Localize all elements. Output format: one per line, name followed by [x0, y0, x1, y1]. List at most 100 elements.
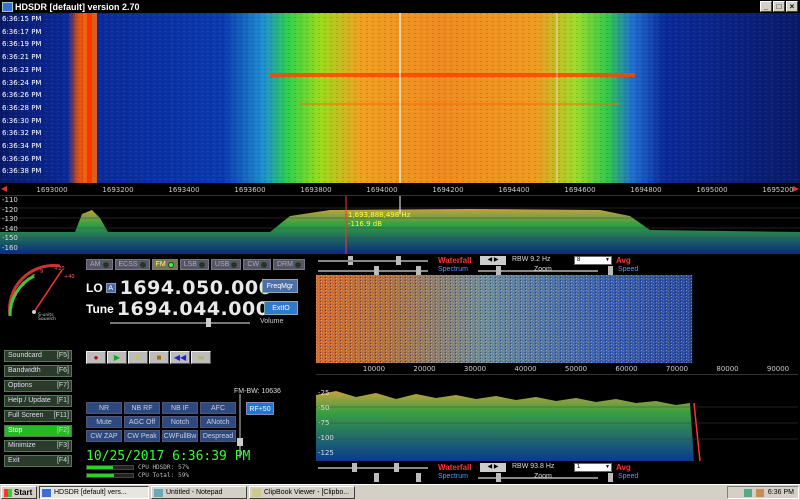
dsp-button-mute[interactable]: Mute [86, 416, 122, 428]
fkey-minimize[interactable]: Minimize [F3] [4, 440, 72, 452]
rf-frequency-scale[interactable]: ◀ ▶ 1693000 1693200 1693400 1693600 1693800 1… [0, 183, 800, 195]
play-icon[interactable]: ▶ [107, 351, 127, 364]
taskbar-item-notepad[interactable]: Untitled - Notepad [151, 486, 247, 499]
rbw-stepper-bottom[interactable]: ◀ ▶ [480, 463, 506, 472]
mode-button-ecss[interactable]: ECSS [114, 259, 150, 270]
tune-frequency-row: Tune 1694.044.000 [86, 298, 269, 320]
volume-slider[interactable]: Volume [110, 318, 283, 328]
network-tray-icon[interactable] [743, 488, 752, 497]
rewind-icon[interactable]: ◀◀ [170, 351, 190, 364]
window-title: HDSDR [default] version 2.70 [15, 1, 140, 12]
af-axis-tick-label: 60000 [615, 365, 638, 373]
af-waterfall-controls-row: Waterfall ◀ ▶ RBW 9.2 Hz 8 Avg [318, 256, 798, 266]
dsp-button-notch[interactable]: Notch [162, 416, 198, 428]
bottom-waterfall-slider-thumb-2[interactable] [394, 463, 399, 472]
fkey-exit[interactable]: Exit [F4] [4, 455, 72, 467]
waterfall-slider-2-thumb[interactable] [396, 256, 401, 265]
fkey-full-screen[interactable]: Full Screen [F11] [4, 410, 72, 422]
af-spectrum-plot[interactable] [316, 375, 798, 462]
mode-button-drm[interactable]: DRM [272, 259, 305, 270]
avg-select-top[interactable]: 8 [574, 256, 612, 265]
mode-label: AM [90, 261, 101, 268]
rf-waterfall[interactable]: 6:36:15 PM 6:36:17 PM 6:36:19 PM 6:36:21 PM… [0, 13, 800, 183]
bottom-spectrum-slider-thumb-1[interactable] [374, 473, 379, 482]
smeter-tick-plus20: +20 [54, 266, 65, 272]
af-waterfall-image[interactable] [316, 275, 798, 363]
scroll-right-icon[interactable]: ▶ [793, 184, 799, 193]
fkey-soundcard[interactable]: Soundcard [F5] [4, 350, 72, 362]
waterfall-timestamp: 6:36:36 PM [2, 154, 42, 163]
taskbar-item-hdsdr[interactable]: HDSDR [default] vers... [39, 486, 149, 499]
bottom-spectrum-slider-thumb-2[interactable] [416, 473, 421, 482]
fkey-help-update[interactable]: Help / Update [F1] [4, 395, 72, 407]
dsp-button-cwfullbw[interactable]: CWFullBw [162, 430, 198, 442]
dsp-button-cw-zap[interactable]: CW ZAP [86, 430, 122, 442]
tray-clock[interactable]: 6:36 PM [768, 489, 794, 496]
fkey-options[interactable]: Options [F7] [4, 380, 72, 392]
spectrum-label-bottom: Spectrum [438, 473, 468, 480]
zoom-slider-thumb[interactable] [496, 266, 501, 275]
start-button[interactable]: Start [1, 486, 37, 499]
spectrum-db-label: -120 [2, 205, 18, 214]
mode-button-cw[interactable]: CW [243, 259, 271, 270]
waterfall-slider-2-track[interactable] [318, 260, 428, 262]
af-spectrum[interactable]: -25 -50 -75 -100 -125 [316, 374, 798, 462]
rf-waterfall-image[interactable] [0, 13, 800, 183]
mode-label: LSB [183, 261, 197, 268]
scroll-left-icon[interactable]: ◀ [1, 184, 7, 193]
minimize-window-button[interactable]: _ [760, 1, 772, 12]
tune-frequency-display[interactable]: 1694.044.000 [117, 298, 270, 320]
dsp-button-nb-if[interactable]: NB IF [162, 402, 198, 414]
pause-icon[interactable]: II [128, 351, 148, 364]
avg-select-bottom[interactable]: 1 [574, 463, 612, 472]
fkey-label: Options [8, 382, 33, 389]
extio-button[interactable]: ExtIO [264, 301, 298, 315]
bottom-waterfall-slider-track[interactable] [318, 467, 428, 469]
waterfall-label-bottom: Waterfall [438, 463, 472, 472]
dsp-button-cw-peak[interactable]: CW Peak [124, 430, 160, 442]
bottom-speed-slider-thumb[interactable] [608, 473, 613, 482]
fkey-shortcut: [F11] [53, 412, 69, 419]
mode-button-am[interactable]: AM [86, 259, 113, 270]
mode-button-lsb[interactable]: LSB [179, 259, 209, 270]
stop-icon[interactable]: ■ [149, 351, 169, 364]
dsp-button-anotch[interactable]: ANotch [200, 416, 236, 428]
lo-frequency-display[interactable]: 1694.050.000 [120, 277, 273, 299]
dsp-button-nr[interactable]: NR [86, 402, 122, 414]
bottom-zoom-slider-thumb[interactable] [496, 473, 501, 482]
rbw-stepper-top[interactable]: ◀ ▶ [480, 256, 506, 265]
spectrum-slider-2-thumb[interactable] [416, 266, 421, 275]
clipbook-icon [252, 488, 261, 497]
freqmgr-button[interactable]: FreqMgr [262, 279, 298, 293]
frequency-tick-label: 1695200 [762, 186, 794, 194]
fkey-label: Soundcard [8, 352, 42, 359]
volume-tray-icon[interactable] [755, 488, 764, 497]
dsp-button-agc-off[interactable]: AGC Off [124, 416, 160, 428]
speed-slider-thumb[interactable] [608, 266, 613, 275]
dsp-button-nb-rf[interactable]: NB RF [124, 402, 160, 414]
smeter-tick-3: 3 [14, 292, 17, 298]
record-icon[interactable]: ● [86, 351, 106, 364]
volume-thumb[interactable] [206, 318, 211, 327]
spectrum-slider-1-track[interactable] [318, 270, 428, 272]
rf-spectrum[interactable]: 1,693,888,498 Hz -116.9 dB -110 -120 -130-… [0, 195, 800, 254]
loop-icon[interactable]: ∞ [191, 351, 211, 364]
bottom-waterfall-slider-thumb-1[interactable] [352, 463, 357, 472]
lo-a-badge[interactable]: A [105, 283, 116, 293]
spectrum-slider-1-thumb[interactable] [374, 266, 379, 275]
fkey-stop[interactable]: Stop [F2] [4, 425, 72, 437]
zoom-label: Zoom [534, 266, 552, 273]
taskbar-item-clipbook[interactable]: ClipBook Viewer - [Clipbo... [249, 486, 355, 499]
rf-plus50-button[interactable]: RF+50 [246, 402, 274, 415]
vertical-slider-thumb[interactable] [237, 438, 243, 446]
dsp-button-despread[interactable]: Despread [200, 430, 236, 442]
af-waterfall[interactable] [316, 275, 798, 363]
mode-button-usb[interactable]: USB [210, 259, 242, 270]
fkey-bandwidth[interactable]: Bandwidth [F6] [4, 365, 72, 377]
mode-button-fm[interactable]: FM [151, 259, 178, 270]
volume-track[interactable] [110, 322, 250, 324]
dsp-button-afc[interactable]: AFC [200, 402, 236, 414]
maximize-window-button[interactable]: □ [773, 1, 785, 12]
close-window-button[interactable]: × [786, 1, 798, 12]
fkey-shortcut: [F1] [56, 397, 69, 404]
